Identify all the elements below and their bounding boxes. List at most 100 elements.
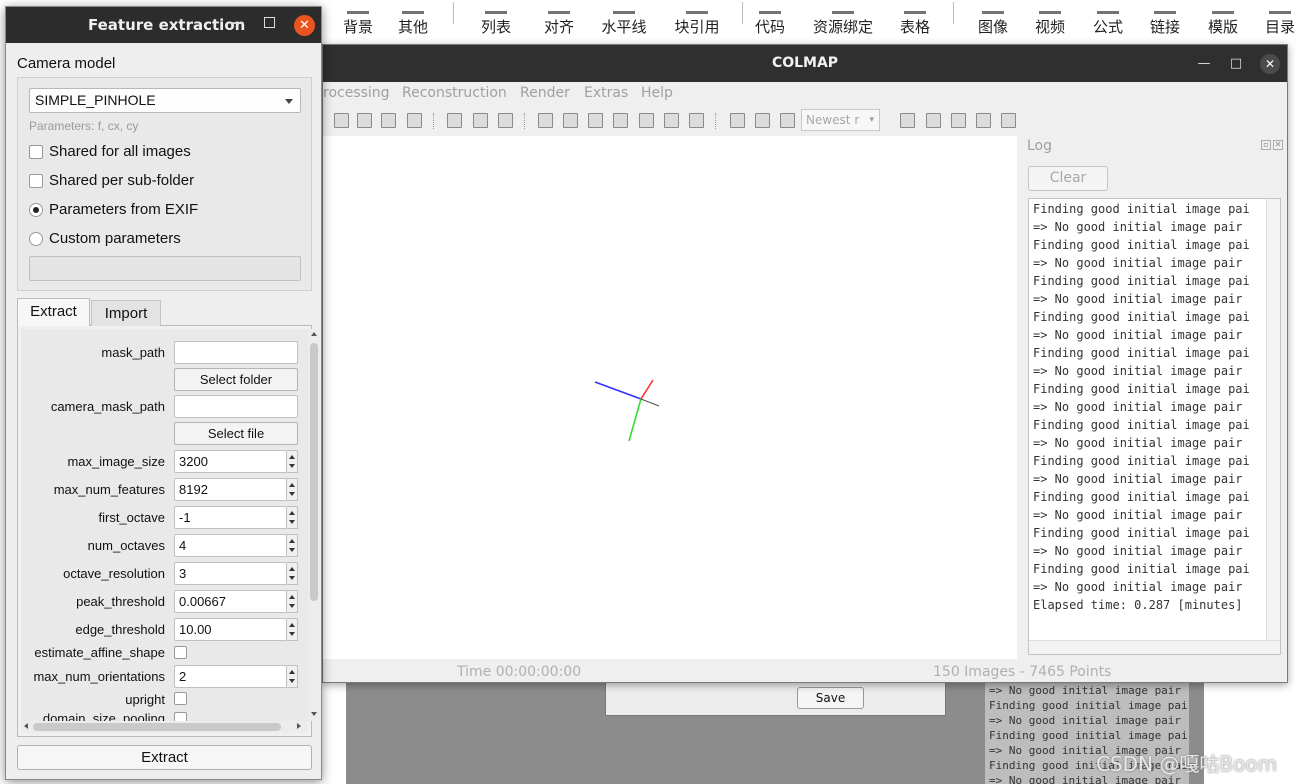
tab-extract[interactable]: Extract [17, 298, 90, 326]
options-horizontal-scrollbar[interactable] [21, 721, 308, 733]
log-horizontal-scrollbar[interactable] [1029, 640, 1280, 654]
toolbar-item-table[interactable]: 表格 [899, 0, 931, 44]
num-octaves-input[interactable]: 4 [174, 534, 287, 557]
menu-render[interactable]: Render [520, 85, 570, 101]
export-icon[interactable] [407, 113, 422, 128]
radio-selected[interactable] [29, 203, 43, 217]
max-num-orientations-input[interactable]: 2 [174, 665, 287, 688]
import-icon[interactable] [381, 113, 396, 128]
log-line: => No good initial image pair [1033, 472, 1243, 486]
feature-extraction-dialog: Feature extraction — ✕ Camera model SIMP… [5, 6, 322, 780]
minimize-button[interactable]: — [1195, 55, 1213, 73]
log-text-area[interactable]: Finding good initial image pai => No goo… [1028, 198, 1281, 655]
grid-icon[interactable] [926, 113, 941, 128]
spinner-arrows-icon[interactable] [287, 562, 298, 585]
scrollbar-thumb[interactable] [310, 343, 318, 601]
peak-threshold-input[interactable]: 0.00667 [174, 590, 287, 613]
colmap-title-bar[interactable]: COLMAP [323, 45, 1287, 82]
toolbar-item-align[interactable]: 对齐 [543, 0, 575, 44]
scroll-left-icon[interactable] [24, 723, 28, 729]
render-now-icon[interactable] [755, 113, 770, 128]
pause-icon[interactable] [613, 113, 628, 128]
images-icon[interactable] [976, 113, 991, 128]
toolbar-item-quote[interactable]: 块引用 [674, 0, 720, 44]
render-options-icon[interactable] [780, 113, 795, 128]
maximize-button[interactable]: □ [1227, 55, 1245, 73]
scroll-up-icon[interactable] [311, 332, 317, 336]
spinner-arrows-icon[interactable] [287, 478, 298, 501]
toolbar-item-code[interactable]: 代码 [754, 0, 786, 44]
feature-matching-icon[interactable] [473, 113, 488, 128]
custom-params-input[interactable] [29, 256, 301, 281]
mask-path-input[interactable] [174, 341, 298, 364]
hammer-icon[interactable] [664, 113, 679, 128]
bundle-adjust-icon[interactable] [689, 113, 704, 128]
toolbar-item-resource[interactable]: 资源绑定 [812, 0, 874, 44]
toolbar-item-video[interactable]: 视频 [1034, 0, 1066, 44]
scroll-right-icon[interactable] [297, 723, 301, 729]
scrollbar-thumb[interactable] [33, 723, 281, 731]
max-image-size-input[interactable]: 3200 [174, 450, 287, 473]
toolbar-item-link[interactable]: 链接 [1149, 0, 1181, 44]
database-icon[interactable] [498, 113, 513, 128]
spinner-arrows-icon[interactable] [287, 590, 298, 613]
menu-reconstruction[interactable]: Reconstruction [402, 85, 507, 101]
maximize-icon[interactable] [264, 17, 275, 28]
upright-checkbox[interactable] [174, 692, 187, 705]
extract-button[interactable]: Extract [17, 745, 312, 770]
minimize-icon[interactable]: — [230, 15, 244, 31]
close-icon[interactable]: ✕ [1273, 140, 1283, 150]
statistics-icon[interactable] [951, 113, 966, 128]
reset-icon[interactable] [639, 113, 654, 128]
toolbar-item-formula[interactable]: 公式 [1092, 0, 1124, 44]
estimate-affine-shape-checkbox[interactable] [174, 646, 187, 659]
tab-import[interactable]: Import [91, 300, 161, 326]
close-button[interactable]: ✕ [1260, 54, 1280, 74]
dialog-title-bar[interactable]: Feature extraction — ✕ [6, 7, 321, 43]
edge-threshold-input[interactable]: 10.00 [174, 618, 287, 641]
spinner-arrows-icon[interactable] [287, 506, 298, 529]
3d-viewer[interactable] [323, 136, 1017, 659]
camera-model-select[interactable]: SIMPLE_PINHOLE [29, 88, 301, 113]
render-icon[interactable] [730, 113, 745, 128]
spinner-arrows-icon[interactable] [287, 618, 298, 641]
menu-help[interactable]: Help [641, 85, 673, 101]
toolbar-item-template[interactable]: 模版 [1207, 0, 1239, 44]
toolbar-item-image[interactable]: 图像 [977, 0, 1009, 44]
reconstruction-options-icon[interactable] [538, 113, 553, 128]
save-project-icon[interactable] [357, 113, 372, 128]
toolbar-item-toc[interactable]: 目录 [1264, 0, 1296, 44]
toolbar-item-list[interactable]: 列表 [479, 0, 513, 44]
checkbox-box[interactable] [29, 174, 43, 188]
spinner-arrows-icon[interactable] [287, 450, 298, 473]
max-num-features-input[interactable]: 8192 [174, 478, 287, 501]
database-view-icon[interactable] [1001, 113, 1016, 128]
first-octave-input[interactable]: -1 [174, 506, 287, 529]
play-icon[interactable] [563, 113, 578, 128]
clear-log-button[interactable]: Clear [1028, 166, 1108, 191]
spinner-arrows-icon[interactable] [287, 665, 298, 688]
radio-unselected[interactable] [29, 232, 43, 246]
log-icon[interactable] [900, 113, 915, 128]
octave-resolution-input[interactable]: 3 [174, 562, 287, 585]
spinner-arrows-icon[interactable] [287, 534, 298, 557]
toolbar-item-background[interactable]: 背景 [343, 0, 373, 44]
options-vertical-scrollbar[interactable] [308, 329, 320, 721]
toolbar-item-other[interactable]: 其他 [397, 0, 429, 44]
menu-processing[interactable]: rocessing [323, 85, 390, 101]
checkbox-box[interactable] [29, 145, 43, 159]
reconstruction-select[interactable]: Newest r ▾ [801, 109, 880, 131]
step-icon[interactable] [588, 113, 603, 128]
camera-mask-path-input[interactable] [174, 395, 298, 418]
float-icon[interactable]: ▫ [1261, 140, 1271, 150]
feature-extraction-icon[interactable] [447, 113, 462, 128]
background-save-button[interactable]: Save [797, 687, 864, 709]
select-folder-button[interactable]: Select folder [174, 368, 298, 391]
menu-extras[interactable]: Extras [584, 85, 628, 101]
scroll-down-icon[interactable] [311, 712, 317, 716]
close-icon[interactable]: ✕ [294, 15, 315, 36]
toolbar-item-hr[interactable]: 水平线 [601, 0, 647, 44]
select-file-button[interactable]: Select file [174, 422, 298, 445]
log-vertical-scrollbar[interactable] [1266, 199, 1280, 640]
open-project-icon[interactable] [334, 113, 349, 128]
